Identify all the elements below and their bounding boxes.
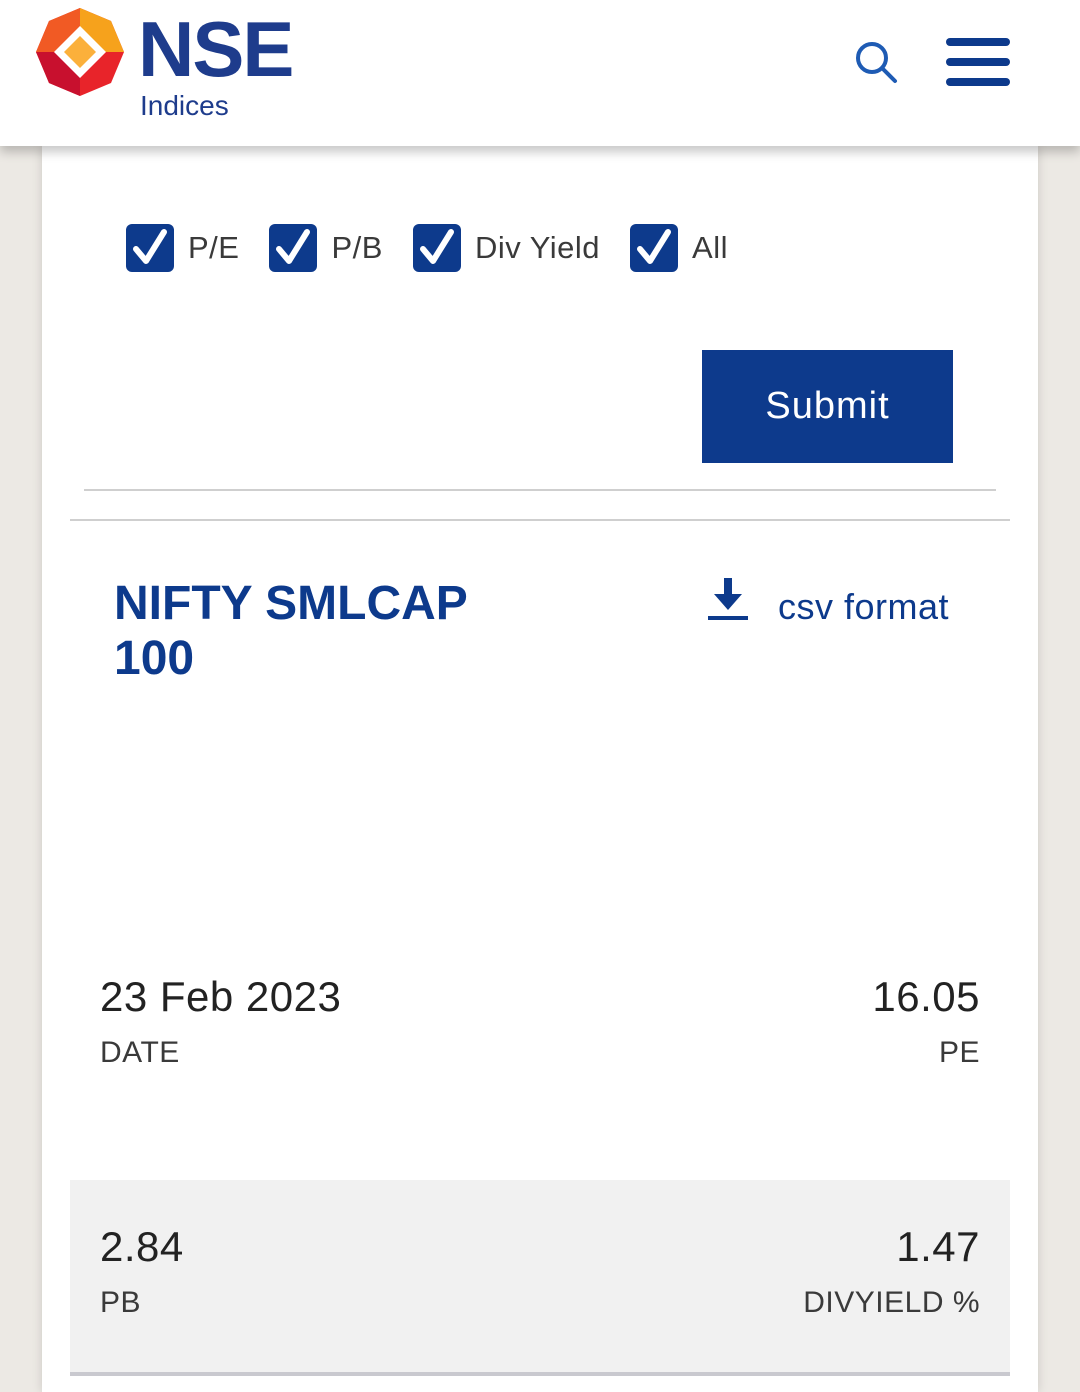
menu-bar-icon: [946, 38, 1010, 46]
pe-stat: 16.05 PE: [872, 976, 980, 1068]
submit-button[interactable]: Submit: [702, 350, 953, 463]
checkbox-checked-icon[interactable]: [412, 224, 461, 272]
stats-row-pb-divyield: 2.84 PB 1.47 DIVYIELD %: [70, 1180, 1010, 1376]
divyield-value: 1.47: [896, 1223, 980, 1270]
csv-download-link[interactable]: csv format: [706, 578, 949, 628]
pb-value: 2.84: [100, 1223, 184, 1270]
menu-bar-icon: [946, 58, 1010, 66]
pb-label: PB: [100, 1286, 142, 1319]
checkbox-label: Div Yield: [474, 230, 601, 265]
pe-label: PE: [938, 1036, 980, 1069]
content-card: P/E P/B Div Yield All Submit NIFTY SMLCA…: [42, 146, 1038, 1392]
date-value: 23 Feb 2023: [100, 973, 342, 1020]
checkbox-checked-icon[interactable]: [126, 224, 174, 272]
stats-row-date-pe: 23 Feb 2023 DATE 16.05 PE: [70, 966, 1010, 1176]
divider: [70, 519, 1010, 521]
search-button[interactable]: [852, 38, 900, 86]
date-label: DATE: [100, 1036, 180, 1069]
checkbox-pb[interactable]: P/B: [269, 224, 382, 272]
search-icon: [856, 42, 897, 83]
pb-stat: 2.84 PB: [100, 1226, 184, 1318]
brand-name: NSE: [138, 5, 294, 93]
divider: [84, 489, 996, 491]
nse-logo-icon: [36, 8, 124, 96]
divyield-stat: 1.47 DIVYIELD %: [803, 1226, 980, 1318]
csv-link-label: csv format: [778, 586, 950, 627]
checkbox-checked-icon[interactable]: [630, 224, 679, 272]
checkbox-checked-icon[interactable]: [269, 224, 318, 272]
date-stat: 23 Feb 2023 DATE: [100, 976, 341, 1068]
brand-subtitle: Indices: [140, 90, 229, 121]
checkbox-pe[interactable]: P/E: [126, 224, 239, 272]
app-header: NSE Indices: [0, 0, 1080, 146]
checkbox-div-yield[interactable]: Div Yield: [412, 224, 601, 272]
pe-value: 16.05: [872, 973, 980, 1020]
checkbox-label: P/E: [188, 230, 240, 265]
index-title: NIFTY SMLCAP 100: [114, 577, 467, 685]
menu-bar-icon: [946, 78, 1010, 86]
download-icon: [708, 578, 748, 620]
divyield-label: DIVYIELD %: [803, 1286, 980, 1319]
checkbox-label: All: [692, 230, 728, 265]
filter-checkboxes: P/E P/B Div Yield All: [126, 222, 758, 274]
checkbox-label: P/B: [331, 230, 383, 265]
hamburger-menu-button[interactable]: [946, 36, 1012, 90]
checkbox-all[interactable]: All: [630, 224, 728, 272]
